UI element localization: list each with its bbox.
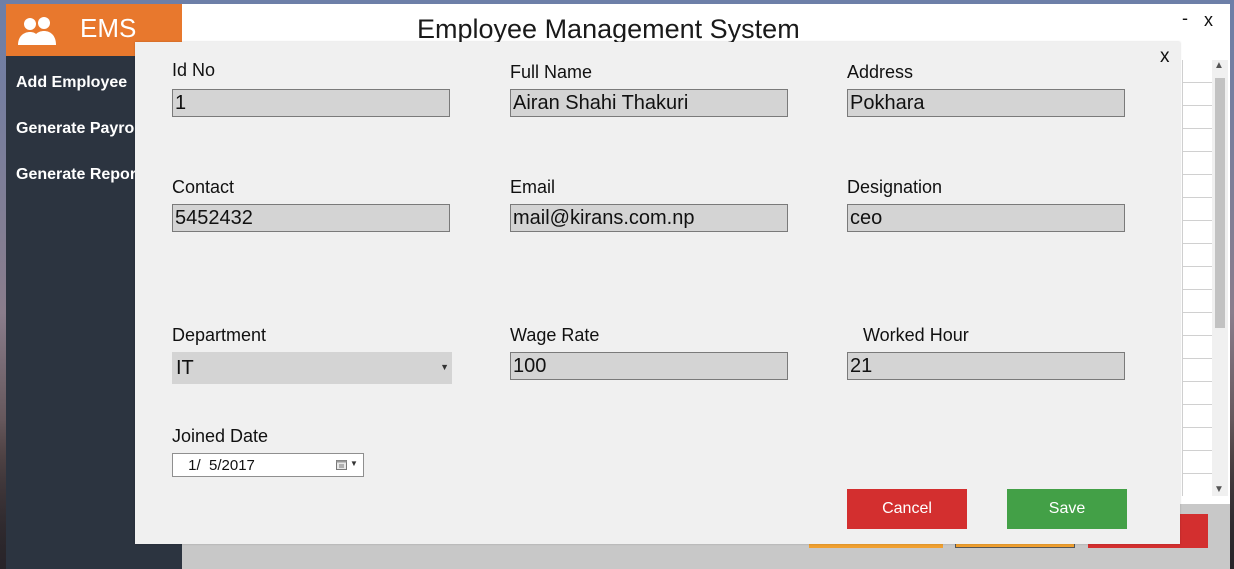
sidebar-item-add-employee[interactable]: Add Employee — [16, 74, 127, 92]
id-no-field[interactable] — [172, 89, 450, 117]
joined-date-label: Joined Date — [172, 426, 269, 446]
scroll-down-icon[interactable]: ▼ — [1214, 484, 1224, 495]
cancel-button[interactable]: Cancel — [847, 489, 967, 529]
address-label: Address — [847, 62, 914, 82]
users-icon — [18, 17, 56, 45]
background-table — [1182, 60, 1213, 496]
designation-field[interactable] — [847, 204, 1125, 232]
scroll-up-icon[interactable]: ▲ — [1214, 60, 1224, 71]
designation-label: Designation — [847, 177, 943, 197]
worked-hour-field[interactable] — [847, 352, 1125, 380]
email-label: Email — [510, 177, 556, 197]
calendar-icon[interactable] — [336, 459, 347, 470]
dialog-close-button[interactable]: x — [1160, 46, 1170, 68]
date-dropdown-icon[interactable]: ▼ — [350, 459, 358, 468]
contact-field[interactable] — [172, 204, 450, 232]
sidebar-item-generate-payroll[interactable]: Generate Payroll — [16, 120, 143, 138]
wage-rate-label: Wage Rate — [510, 325, 600, 345]
email-field[interactable] — [510, 204, 788, 232]
save-button[interactable]: Save — [1007, 489, 1127, 529]
minimize-button[interactable]: - — [1182, 8, 1188, 29]
department-label: Department — [172, 325, 267, 345]
joined-date-picker[interactable]: 1/ 5/2017 ▼ — [172, 453, 364, 477]
brand-title: EMS — [80, 13, 137, 43]
department-value: IT — [176, 357, 194, 379]
full-name-label: Full Name — [510, 62, 593, 82]
sidebar-item-generate-report[interactable]: Generate Report — [16, 166, 141, 184]
address-field[interactable] — [847, 89, 1125, 117]
full-name-field[interactable] — [510, 89, 788, 117]
scroll-thumb[interactable] — [1215, 78, 1225, 328]
close-window-button[interactable]: x — [1204, 10, 1213, 31]
employee-dialog: x Id No Full Name Address Contact Email … — [135, 42, 1180, 544]
joined-date-value: 1/ 5/2017 — [184, 457, 255, 474]
id-no-label: Id No — [172, 60, 216, 80]
worked-hour-label: Worked Hour — [863, 325, 969, 345]
department-select[interactable]: IT ▼ — [172, 352, 452, 384]
chevron-down-icon[interactable]: ▼ — [440, 362, 449, 372]
app-title: Employee Management System — [417, 14, 800, 44]
contact-label: Contact — [172, 177, 235, 197]
wage-rate-field[interactable] — [510, 352, 788, 380]
background-scrollbar[interactable]: ▲ ▼ — [1212, 60, 1228, 496]
